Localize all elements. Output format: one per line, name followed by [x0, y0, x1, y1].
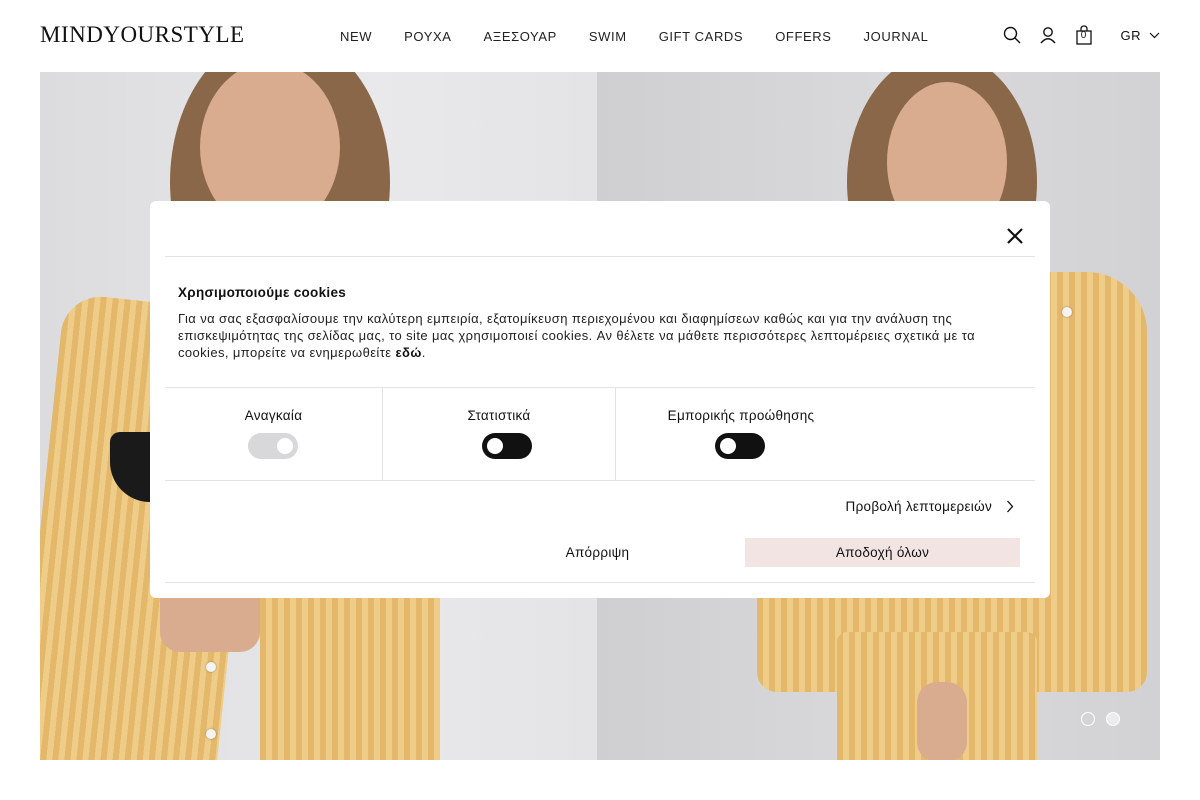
- nav-item-swim[interactable]: SWIM: [573, 29, 643, 44]
- site-header: MINDYOURSTYLE NEW ΡΟΥΧΑ ΑΞΕΣΟΥΑΡ SWIM GI…: [0, 0, 1200, 72]
- category-marketing: Εμπορικής προώθησης: [616, 387, 866, 480]
- close-icon[interactable]: [1005, 226, 1025, 246]
- modal-description: Για να σας εξασφαλίσουμε την καλύτερη εμ…: [178, 310, 1008, 361]
- description-end: .: [421, 345, 426, 360]
- nav-item-journal[interactable]: JOURNAL: [848, 29, 945, 44]
- slider-dot-1[interactable]: [1081, 712, 1095, 726]
- nav-item-new[interactable]: NEW: [324, 29, 388, 44]
- more-info-link[interactable]: εδώ: [395, 345, 421, 360]
- slider-dot-2[interactable]: [1106, 712, 1120, 726]
- language-selector[interactable]: GR: [1121, 28, 1161, 43]
- cart-icon[interactable]: 0: [1071, 22, 1097, 48]
- slider-dots: [1070, 712, 1120, 726]
- accept-all-button[interactable]: Αποδοχή όλων: [745, 538, 1020, 567]
- cookie-consent-modal: Χρησιμοποιούμε cookies Για να σας εξασφα…: [150, 201, 1050, 598]
- chevron-right-icon: [1007, 500, 1014, 513]
- nav-item-offers[interactable]: OFFERS: [759, 29, 847, 44]
- nav-item-clothes[interactable]: ΡΟΥΧΑ: [388, 29, 467, 44]
- modal-title: Χρησιμοποιούμε cookies: [178, 285, 347, 300]
- details-label: Προβολή λεπτομερειών: [845, 499, 992, 514]
- language-label: GR: [1120, 27, 1141, 43]
- category-label: Εμπορικής προώθησης: [667, 408, 815, 423]
- marketing-toggle[interactable]: [715, 433, 765, 459]
- category-necessary: Αναγκαία: [165, 387, 382, 480]
- reject-button[interactable]: Απόρριψη: [460, 538, 735, 567]
- divider: [165, 480, 1035, 481]
- necessary-toggle: [248, 433, 298, 459]
- search-icon[interactable]: [999, 22, 1025, 48]
- nav-item-gift-cards[interactable]: GIFT CARDS: [643, 29, 760, 44]
- site-logo[interactable]: MINDYOURSTYLE: [40, 22, 245, 48]
- cookie-categories: Αναγκαία Στατιστικά Εμπορικής προώθησης: [165, 387, 1035, 480]
- user-icon[interactable]: [1035, 22, 1061, 48]
- divider: [165, 582, 1035, 583]
- category-label: Αναγκαία: [244, 408, 303, 423]
- category-label: Στατιστικά: [467, 408, 531, 423]
- view-details-link[interactable]: Προβολή λεπτομερειών: [846, 499, 1014, 514]
- cart-count: 0: [1080, 30, 1087, 41]
- statistics-toggle[interactable]: [482, 433, 532, 459]
- header-tools: 0 GR: [989, 22, 1161, 48]
- category-statistics: Στατιστικά: [383, 387, 615, 480]
- main-nav: NEW ΡΟΥΧΑ ΑΞΕΣΟΥΑΡ SWIM GIFT CARDS OFFER…: [324, 29, 944, 44]
- chevron-down-icon: [1149, 32, 1160, 38]
- nav-item-accessories[interactable]: ΑΞΕΣΟΥΑΡ: [468, 29, 573, 44]
- divider: [165, 256, 1035, 257]
- description-text: Για να σας εξασφαλίσουμε την καλύτερη εμ…: [178, 311, 975, 360]
